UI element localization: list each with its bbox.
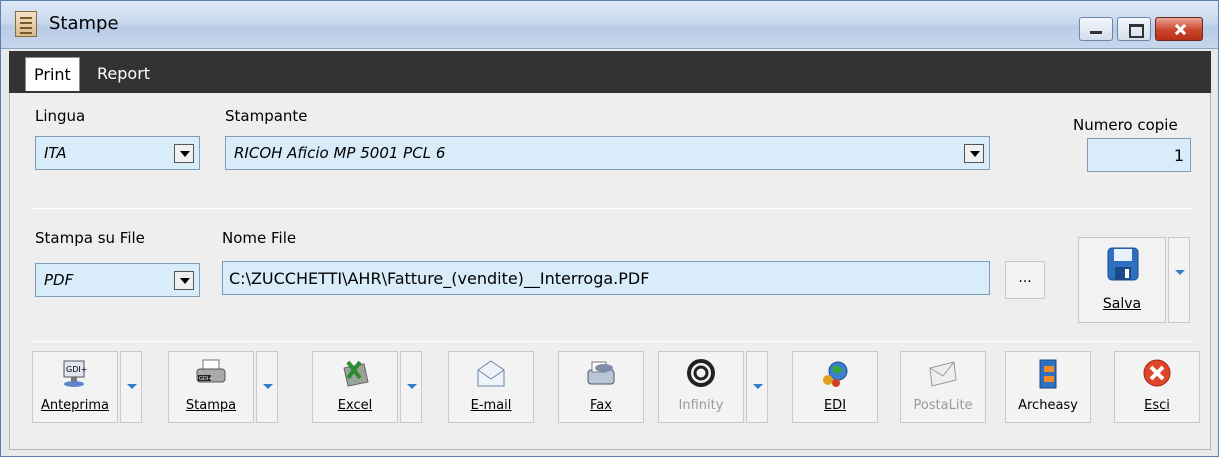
save-icon (1107, 247, 1139, 281)
stampa-label: Stampa (185, 398, 237, 413)
email-label: E-mail (470, 398, 512, 413)
excel-icon (343, 360, 369, 387)
separator (32, 341, 1192, 342)
excel-dropdown-button[interactable] (400, 351, 422, 423)
stampa-file-select[interactable]: PDF (35, 263, 200, 297)
edi-globe-icon (823, 361, 848, 387)
infinity-button[interactable]: Infinity (658, 351, 744, 423)
salva-label: Salva (1102, 296, 1142, 312)
edi-label: EDI (823, 398, 847, 413)
stampa-button[interactable]: GDI+ Stampa (168, 351, 254, 423)
salva-dropdown-button[interactable] (1168, 237, 1190, 323)
edi-button[interactable]: EDI (792, 351, 878, 423)
excel-button[interactable]: Excel (312, 351, 398, 423)
svg-text:GDI+: GDI+ (199, 376, 212, 382)
fax-button[interactable]: Fax (558, 351, 644, 423)
minimize-button[interactable] (1079, 17, 1113, 41)
chevron-down-icon[interactable] (174, 144, 194, 163)
tab-report[interactable]: Report (89, 57, 158, 91)
chevron-down-icon[interactable] (964, 144, 984, 163)
infinity-label: Infinity (678, 398, 724, 413)
email-icon (477, 360, 505, 387)
window-title: Stampe (49, 13, 119, 34)
separator (32, 208, 1192, 209)
postalite-icon (929, 361, 957, 387)
fax-label: Fax (590, 398, 612, 413)
archeasy-button[interactable]: Archeasy (1005, 351, 1091, 423)
copie-input[interactable]: 1 (1087, 138, 1191, 172)
stampante-select[interactable]: RICOH Aficio MP 5001 PCL 6 (225, 136, 990, 170)
anteprima-label: Anteprima (40, 398, 110, 413)
title-bar[interactable]: Stampe (1, 1, 1218, 49)
anteprima-dropdown-button[interactable] (120, 351, 142, 423)
archeasy-label: Archeasy (1018, 398, 1078, 413)
salva-button[interactable]: Salva (1078, 237, 1166, 323)
esci-label: Esci (1144, 398, 1170, 413)
browse-button[interactable]: ... (1005, 261, 1045, 299)
anteprima-button[interactable]: GDI+ Anteprima (32, 351, 118, 423)
fax-icon (587, 361, 615, 385)
lingua-value: ITA (44, 144, 67, 162)
postalite-label: PostaLite (913, 398, 973, 413)
print-dialog-window: Stampe Print Report Lingua ITA Stampante… (0, 0, 1219, 457)
infinity-icon (687, 359, 715, 387)
stampa-file-label: Stampa su File (35, 229, 145, 247)
tab-bar: Print Report (9, 51, 1211, 93)
printer-icon: GDI+ (196, 359, 226, 383)
postalite-button[interactable]: PostaLite (900, 351, 986, 423)
lingua-label: Lingua (35, 107, 86, 125)
infinity-dropdown-button[interactable] (746, 351, 768, 423)
maximize-button[interactable] (1117, 17, 1151, 41)
preview-icon: GDI+ (63, 360, 87, 387)
stampante-label: Stampante (225, 107, 308, 125)
esci-button[interactable]: Esci (1114, 351, 1200, 423)
excel-label: Excel (337, 398, 373, 413)
exit-icon (1143, 359, 1171, 387)
lingua-select[interactable]: ITA (35, 136, 200, 170)
print-panel: Lingua ITA Stampante RICOH Aficio MP 500… (9, 93, 1211, 450)
stampante-value: RICOH Aficio MP 5001 PCL 6 (234, 144, 446, 162)
tab-print[interactable]: Print (25, 57, 80, 91)
stampa-file-value: PDF (44, 271, 74, 289)
svg-text:GDI+: GDI+ (66, 365, 87, 374)
stampa-dropdown-button[interactable] (256, 351, 278, 423)
nome-file-input[interactable]: C:\ZUCCHETTI\AHR\Fatture_(vendite)__Inte… (222, 261, 990, 295)
archeasy-icon (1039, 359, 1057, 389)
copie-label: Numero copie (1073, 116, 1178, 134)
close-button[interactable] (1155, 17, 1203, 41)
email-button[interactable]: E-mail (448, 351, 534, 423)
app-icon (15, 11, 37, 37)
chevron-down-icon[interactable] (174, 271, 194, 290)
nome-file-label: Nome File (222, 229, 297, 247)
